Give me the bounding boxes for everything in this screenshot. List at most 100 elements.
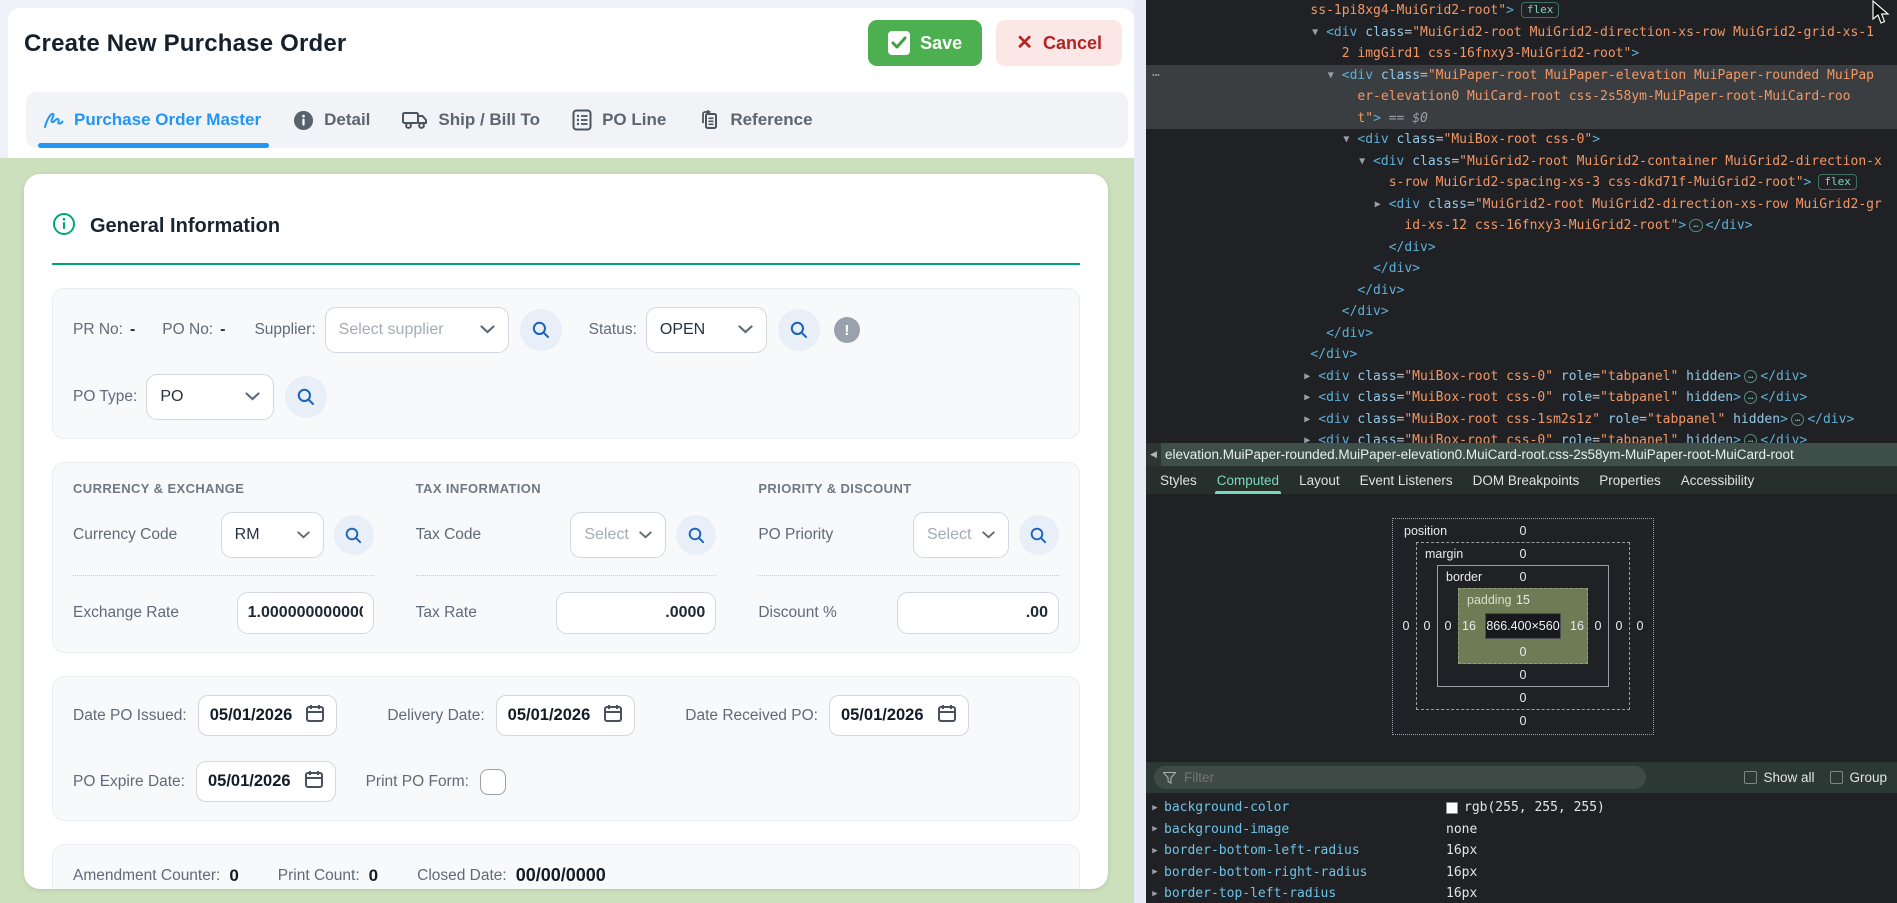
tab-ship-bill-to[interactable]: Ship / Bill To xyxy=(402,92,540,148)
collapsed-arrow-icon[interactable]: ▶ xyxy=(1304,409,1318,431)
collapsed-arrow-icon[interactable]: ▶ xyxy=(1304,430,1318,443)
computed-property-row[interactable]: ▶border-bottom-right-radius16px xyxy=(1146,862,1897,884)
box-model-content[interactable]: 866.400×560 xyxy=(1485,613,1561,639)
property-expand-icon[interactable]: ▶ xyxy=(1146,867,1164,877)
date-po-issued-field[interactable]: 05/01/2026 xyxy=(198,695,338,736)
tax-code-search-button[interactable] xyxy=(676,515,716,555)
code-token: class xyxy=(1350,390,1397,405)
discount-input[interactable] xyxy=(897,592,1059,634)
devtools-tab-layout[interactable]: Layout xyxy=(1289,466,1350,494)
expand-arrow-icon[interactable]: ▼ xyxy=(1343,129,1357,151)
flex-badge[interactable]: flex xyxy=(1521,2,1560,18)
collapsed-arrow-icon[interactable]: ▶ xyxy=(1304,366,1318,388)
dom-tree-line[interactable]: t"> == $0 xyxy=(1146,108,1897,130)
devtools-tab-dom-breakpoints[interactable]: DOM Breakpoints xyxy=(1463,466,1590,494)
group-checkbox[interactable] xyxy=(1830,771,1843,784)
tab-reference[interactable]: Reference xyxy=(698,92,812,148)
dom-tree-line[interactable]: ▼<div class="MuiBox-root css-0"> xyxy=(1146,129,1897,151)
dom-tree-line[interactable]: ss-1pi8xg4-MuiGrid2-root">flex xyxy=(1146,0,1897,22)
dom-tree-line[interactable]: s-row MuiGrid2-spacing-xs-3 css-dkd71f-M… xyxy=(1146,172,1897,194)
tab-detail[interactable]: Detail xyxy=(293,92,370,148)
property-expand-icon[interactable]: ▶ xyxy=(1146,889,1164,899)
inline-ellipsis-icon[interactable]: … xyxy=(1744,434,1757,443)
box-model-border[interactable]: border0 0 padding15 16 866.400×560 16 xyxy=(1437,565,1609,687)
show-all-checkbox[interactable] xyxy=(1744,771,1757,784)
dom-tree-line[interactable]: </div> xyxy=(1146,301,1897,323)
computed-property-row[interactable]: ▶background-imagenone xyxy=(1146,819,1897,841)
dom-tree-line[interactable]: ▼<div class="MuiGrid2-root MuiGrid2-dire… xyxy=(1146,22,1897,44)
tax-code-select[interactable]: Select xyxy=(570,512,666,558)
computed-property-row[interactable]: ▶border-top-left-radius16px xyxy=(1146,883,1897,903)
tax-rate-input[interactable] xyxy=(556,592,716,634)
po-type-search-button[interactable] xyxy=(285,376,327,418)
dom-tree-line[interactable]: 2 imgGird1 css-16fnxy3-MuiGrid2-root"> xyxy=(1146,43,1897,65)
supplier-search-button[interactable] xyxy=(520,309,562,351)
code-token: role xyxy=(1553,433,1592,443)
expand-arrow-icon[interactable]: ▼ xyxy=(1359,151,1373,173)
more-actions-icon[interactable]: ⋯ xyxy=(1152,65,1161,87)
devtools-tab-computed[interactable]: Computed xyxy=(1207,466,1289,494)
po-expire-date-value: 05/01/2026 xyxy=(208,772,291,791)
po-priority-label: PO Priority xyxy=(758,526,903,544)
dom-tree-line[interactable]: </div> xyxy=(1146,323,1897,345)
code-token: > xyxy=(1733,369,1741,384)
box-model-margin[interactable]: margin0 0 border0 0 padding15 xyxy=(1416,542,1630,710)
cancel-button[interactable]: ✕ Cancel xyxy=(996,20,1122,66)
devtools-tab-accessibility[interactable]: Accessibility xyxy=(1671,466,1765,494)
dom-tree-line[interactable]: </div> xyxy=(1146,280,1897,302)
dom-tree-line[interactable]: ▶<div class="MuiGrid2-root MuiGrid2-dire… xyxy=(1146,194,1897,216)
print-po-form-checkbox[interactable] xyxy=(480,769,506,795)
box-model-padding[interactable]: padding15 16 866.400×560 16 0 xyxy=(1458,588,1588,664)
dom-tree-line[interactable]: ⋯▼<div class="MuiPaper-root MuiPaper-ele… xyxy=(1146,65,1897,87)
expand-arrow-icon[interactable]: ▼ xyxy=(1312,22,1326,44)
expand-arrow-icon[interactable]: ▼ xyxy=(1328,65,1342,87)
filter-input[interactable] xyxy=(1154,766,1646,789)
dom-tree-line[interactable]: </div> xyxy=(1146,344,1897,366)
dom-tree-line[interactable]: </div> xyxy=(1146,258,1897,280)
po-expire-date-field[interactable]: 05/01/2026 xyxy=(196,761,336,802)
box-model-position[interactable]: position0 0 margin0 0 border0 0 xyxy=(1392,518,1654,735)
dom-tree-line[interactable]: id-xs-12 css-16fnxy3-MuiGrid2-root">…</d… xyxy=(1146,215,1897,237)
dom-tree-line[interactable]: ▼<div class="MuiGrid2-root MuiGrid2-cont… xyxy=(1146,151,1897,173)
inline-ellipsis-icon[interactable]: … xyxy=(1689,219,1702,232)
save-button[interactable]: Save xyxy=(868,20,982,66)
computed-property-row[interactable]: ▶background-colorrgb(255, 255, 255) xyxy=(1146,797,1897,819)
property-expand-icon[interactable]: ▶ xyxy=(1146,846,1164,856)
inline-ellipsis-icon[interactable]: … xyxy=(1791,413,1804,426)
property-expand-icon[interactable]: ▶ xyxy=(1146,824,1164,834)
computed-property-row[interactable]: ▶border-bottom-left-radius16px xyxy=(1146,840,1897,862)
tab-purchase-order-master[interactable]: Purchase Order Master xyxy=(42,92,261,148)
status-select[interactable]: OPEN xyxy=(646,307,767,353)
collapsed-arrow-icon[interactable]: ▶ xyxy=(1375,194,1389,216)
inline-ellipsis-icon[interactable]: … xyxy=(1744,391,1757,404)
collapsed-arrow-icon[interactable]: ▶ xyxy=(1304,387,1318,409)
tab-po-line[interactable]: PO Line xyxy=(572,92,666,148)
status-search-button[interactable] xyxy=(778,309,820,351)
breadcrumb-scroll-left-button[interactable]: ◀ xyxy=(1146,443,1161,466)
dom-tree-line[interactable]: ▶<div class="MuiBox-root css-0" role="ta… xyxy=(1146,366,1897,388)
exchange-rate-input[interactable] xyxy=(237,592,374,634)
po-priority-search-button[interactable] xyxy=(1019,515,1059,555)
currency-search-button[interactable] xyxy=(334,515,374,555)
devtools-tab-event-listeners[interactable]: Event Listeners xyxy=(1350,466,1463,494)
dom-tree-line[interactable]: ▶<div class="MuiBox-root css-0" role="ta… xyxy=(1146,387,1897,409)
dom-tree-line[interactable]: ▶<div class="MuiBox-root css-0" role="ta… xyxy=(1146,430,1897,443)
code-token: class xyxy=(1404,154,1451,169)
po-priority-select[interactable]: Select xyxy=(913,512,1009,558)
property-expand-icon[interactable]: ▶ xyxy=(1146,803,1164,813)
truck-icon xyxy=(402,110,428,130)
dom-tree-line[interactable]: er-elevation0 MuiCard-root css-2s58ym-Mu… xyxy=(1146,86,1897,108)
date-received-po-field[interactable]: 05/01/2026 xyxy=(829,695,969,736)
inline-ellipsis-icon[interactable]: … xyxy=(1744,370,1757,383)
date-po-issued-label: Date PO Issued: xyxy=(73,707,187,725)
po-type-select[interactable]: PO xyxy=(146,374,274,420)
devtools-tab-properties[interactable]: Properties xyxy=(1589,466,1671,494)
tax-code-label: Tax Code xyxy=(416,526,561,544)
supplier-select[interactable]: Select supplier xyxy=(325,307,509,353)
dom-tree-line[interactable]: </div> xyxy=(1146,237,1897,259)
flex-badge[interactable]: flex xyxy=(1818,174,1857,190)
dom-tree-line[interactable]: ▶<div class="MuiBox-root css-1sm2s1z" ro… xyxy=(1146,409,1897,431)
devtools-tab-styles[interactable]: Styles xyxy=(1150,466,1207,494)
delivery-date-field[interactable]: 05/01/2026 xyxy=(496,695,636,736)
currency-code-select[interactable]: RM xyxy=(221,512,324,558)
